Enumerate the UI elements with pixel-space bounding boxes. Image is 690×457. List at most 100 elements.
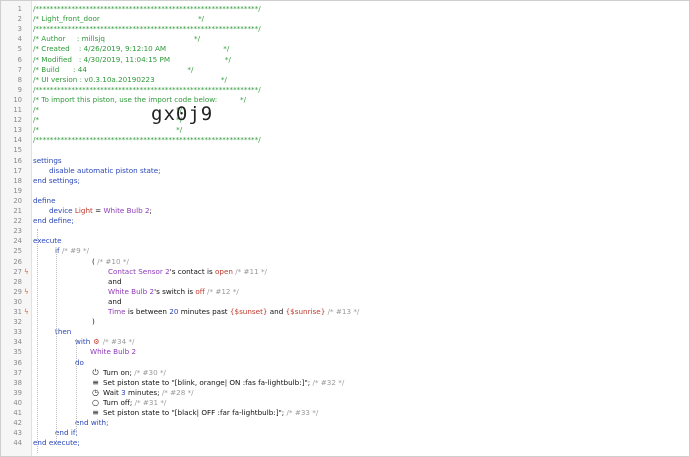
keyword: settings: [33, 155, 62, 165]
line-content: if /* #9 */: [55, 246, 89, 256]
statement: Set piston state to "[blink, orange| ON …: [103, 377, 313, 387]
keyword: end with;: [75, 418, 109, 428]
line-content: /* Build : 44 */: [33, 65, 193, 75]
statement: Set piston state to "[black| OFF :far fa…: [103, 408, 287, 417]
comment-text: /* #32 */: [312, 377, 345, 387]
code-line: 18 end settings;: [1, 176, 689, 186]
line-number: 38: [13, 378, 22, 387]
comment-text: /***************************************…: [33, 24, 261, 34]
trigger-bolt-icon: ϟ: [24, 308, 29, 316]
line-content: disable automatic piston state;: [49, 166, 161, 176]
comment-text: /* Modified : 4/30/2019, 11:04:15 PM */: [33, 54, 231, 64]
keyword: then: [55, 327, 72, 337]
line-number: 20: [13, 196, 22, 205]
code-line: 24 execute: [1, 236, 689, 246]
code-line: 5 /* Created : 4/26/2019, 9:12:10 AM */: [1, 44, 689, 54]
line-content: ): [92, 317, 95, 327]
code-line: 21 device Light = White Bulb 2;: [1, 206, 689, 216]
comment-text: /* Light_front_door */: [33, 14, 205, 24]
attribute: contact: [177, 266, 205, 276]
code-line: 27 ϟ Contact Sensor 2's contact is open /*…: [1, 267, 689, 277]
line-number: 41: [13, 409, 22, 417]
line-number: 9: [17, 85, 22, 94]
line-number: 24: [13, 237, 22, 246]
line-content: ⏻ Turn on; /* #30 */: [91, 368, 166, 378]
code-line: 43 end if;: [1, 428, 689, 438]
comment-text: /***************************************…: [33, 135, 261, 145]
code-line: 16 settings: [1, 156, 689, 166]
import-code: gx0j9: [151, 103, 214, 126]
code-line: 1 /**************************************…: [1, 4, 689, 14]
line-content: define: [33, 196, 56, 206]
line-content: /* */gx0j9: [33, 105, 212, 125]
statement: Turn off;: [103, 397, 135, 407]
code-line: 39 ◷ Wait 3 minutes; /* #28 */: [1, 388, 689, 398]
code-line: 2 /* Light_front_door */: [1, 14, 689, 24]
code-line: 26 ( /* #10 */: [1, 257, 689, 267]
line-number: 16: [13, 156, 22, 165]
code-line: 23: [1, 226, 689, 236]
power-icon: ⏻: [92, 367, 99, 377]
keyword: end settings;: [33, 175, 80, 185]
line-content: ◷ Wait 3 minutes; /* #28 */: [91, 388, 194, 398]
code-line: 4 /* Author : millsjq */: [1, 34, 689, 44]
line-content: White Bulb 2's switch is off /* #12 */: [108, 287, 239, 297]
code-line: 14 /*************************************…: [1, 135, 689, 145]
line-content: settings: [33, 156, 62, 166]
line-content: end settings;: [33, 176, 80, 186]
code-line: 37 ⏻ Turn on; /* #30 */: [1, 368, 689, 378]
line-content: end if;: [55, 428, 78, 438]
line-content: and: [108, 277, 122, 287]
line-number: 36: [13, 358, 22, 367]
gear-icon: ⚙: [93, 337, 100, 347]
variable-name: Light: [74, 206, 93, 215]
code-line: 13 /* */: [1, 125, 689, 135]
value: off: [195, 286, 205, 296]
line-content: ≡ Set piston state to "[blink, orange| ON…: [91, 378, 344, 388]
comment-text: /* #10 */: [97, 256, 129, 266]
comment-text: /***************************************…: [33, 84, 261, 94]
code-line: 7 /* Build : 44 */: [1, 65, 689, 75]
value: {$sunrise}: [285, 307, 326, 316]
line-number: 34: [13, 338, 22, 347]
text: minutes past: [178, 307, 230, 316]
text: is: [204, 266, 215, 276]
line-number: 12: [13, 116, 22, 125]
code-line: 41 ≡ Set piston state to "[black| OFF :far…: [1, 408, 689, 418]
line-number: 21: [13, 207, 22, 215]
keyword: device: [49, 206, 75, 215]
statement: Wait: [103, 387, 122, 397]
code-line: 42 end with;: [1, 418, 689, 428]
line-content: end with;: [75, 418, 109, 428]
code-line: 20 define: [1, 196, 689, 206]
comment-text: /* #28 */: [161, 387, 194, 397]
code-line: 15: [1, 145, 689, 155]
line-number: 25: [13, 247, 22, 256]
line-number: 39: [13, 388, 22, 397]
comment-text: /* #33 */: [286, 408, 319, 417]
text: is: [185, 286, 196, 296]
statement: Turn on;: [103, 367, 135, 377]
line-content: and: [108, 297, 122, 307]
comment-text: /***************************************…: [33, 4, 261, 13]
code-line: 31 ϟ Time is between 20 minutes past {$sun…: [1, 307, 689, 317]
attribute: Time: [108, 307, 126, 316]
punct: ): [92, 317, 95, 327]
line-number: 42: [13, 419, 22, 428]
value: open: [214, 266, 233, 276]
device-name: Contact Sensor 2: [108, 266, 170, 276]
keyword: with: [75, 337, 91, 347]
comment-text: /* #31 */: [134, 397, 167, 407]
line-content: /* */: [33, 125, 182, 135]
keyword: end if;: [55, 428, 78, 438]
line-number: 17: [13, 166, 22, 175]
line-content: ≡ Set piston state to "[black| OFF :far f…: [91, 408, 318, 418]
statement: minutes;: [125, 387, 162, 397]
keyword: define: [33, 195, 56, 205]
comment-text: /* Created : 4/26/2019, 9:12:10 AM */: [33, 44, 230, 54]
code-line: 11/* */: [1, 105, 689, 115]
attribute: switch: [162, 286, 186, 296]
line-number: 3: [17, 25, 22, 34]
line-content: /***************************************…: [33, 24, 261, 34]
operator: =: [92, 206, 104, 215]
